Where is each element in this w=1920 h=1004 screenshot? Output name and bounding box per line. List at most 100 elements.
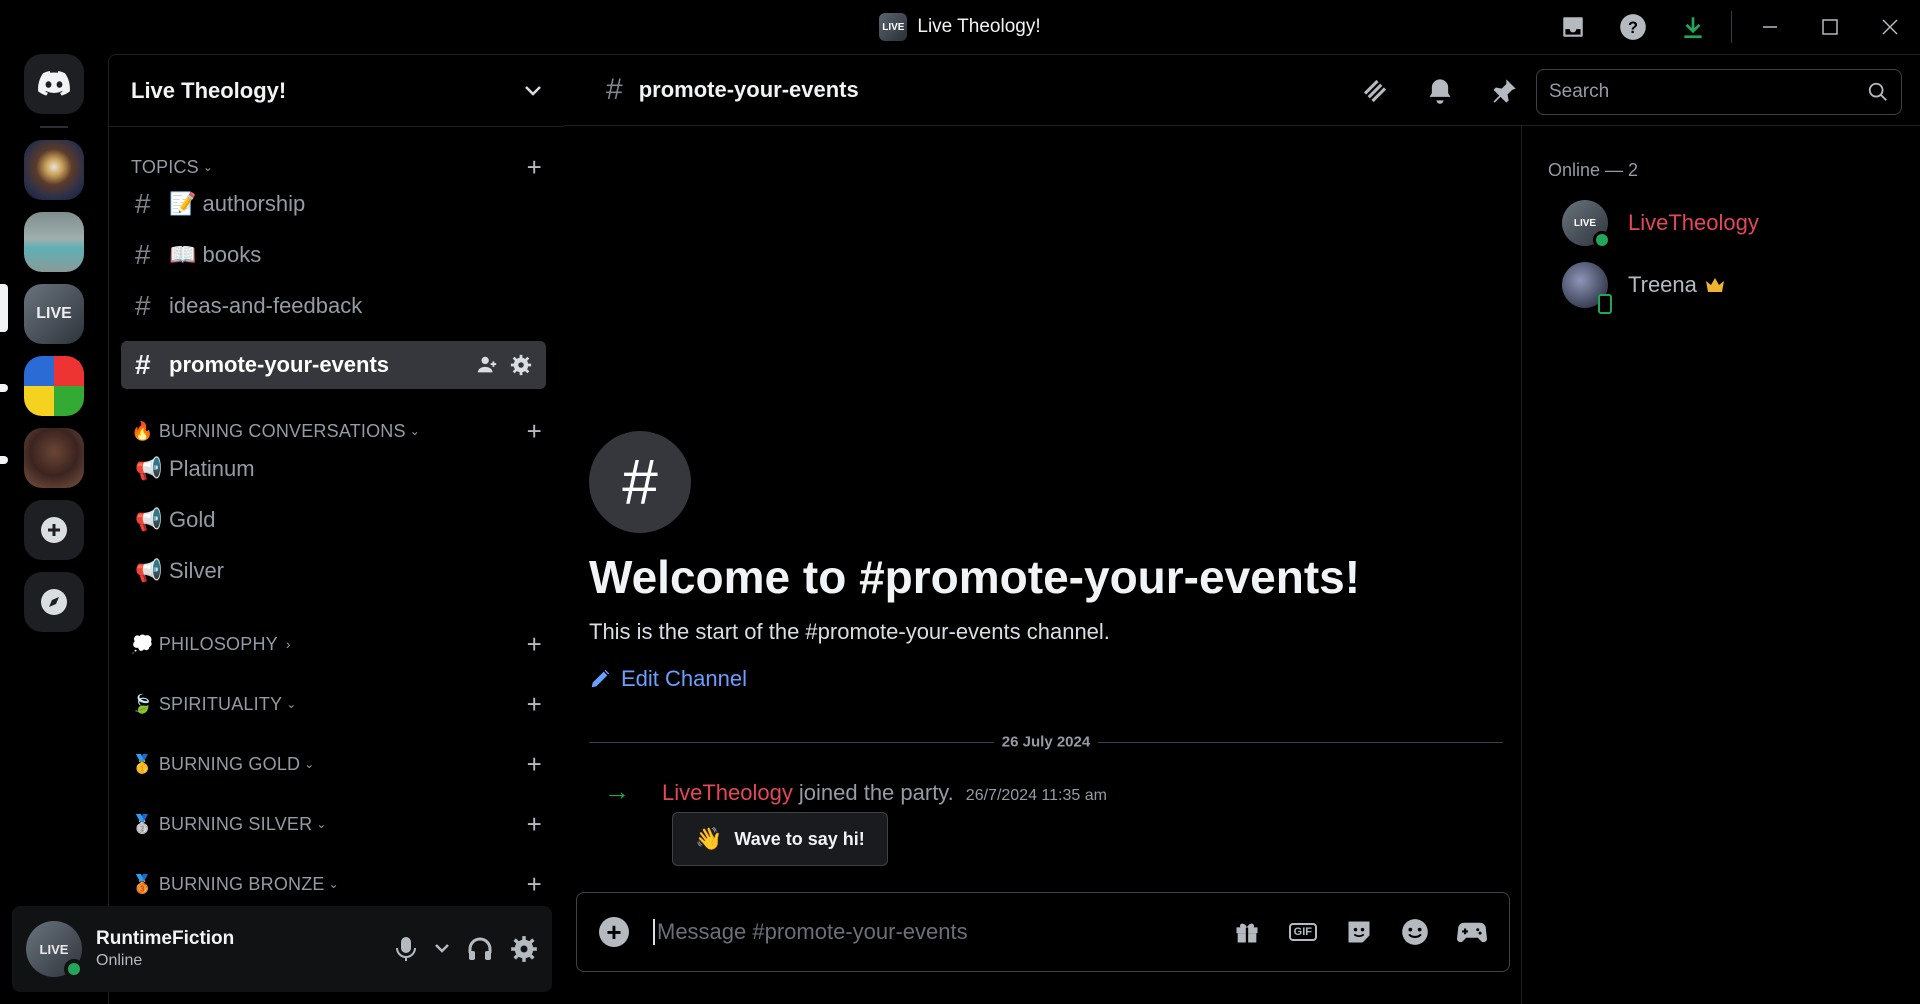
add-attachment-plus-icon[interactable]: +	[599, 917, 629, 947]
discord-home-icon[interactable]	[24, 54, 84, 114]
chevron-down-icon: ⌄	[328, 877, 339, 891]
chevron-down-icon: ⌄	[409, 424, 420, 438]
gif-icon[interactable]: GIF	[1288, 923, 1317, 941]
chevron-right-icon: ›	[285, 636, 291, 652]
category-label: 🔥 BURNING CONVERSATIONS	[131, 420, 406, 441]
avatar[interactable]: LIVE	[26, 921, 84, 979]
channel-promote-your-events[interactable]: # promote-your-events	[121, 341, 546, 389]
category-label: 💭 PHILOSOPHY	[131, 633, 278, 654]
category-label: 🥇 BURNING GOLD	[131, 753, 301, 774]
inbox-icon[interactable]	[1543, 0, 1603, 54]
category-philosophy[interactable]: 💭 PHILOSOPHY › +	[131, 630, 542, 658]
stage-channel-silver[interactable]: 📢 Silver	[121, 547, 546, 595]
channel-label: Gold	[169, 507, 216, 532]
user-info[interactable]: RuntimeFiction Online	[96, 928, 234, 970]
window-title-text: Live Theology!	[917, 16, 1041, 37]
microphone-icon[interactable]	[394, 935, 418, 963]
explore-compass-icon[interactable]	[24, 572, 84, 632]
category-burning-conversations[interactable]: 🔥 BURNING CONVERSATIONS ⌄ +	[131, 417, 542, 445]
member-name: LiveTheology	[1628, 210, 1759, 235]
username: RuntimeFiction	[96, 928, 235, 949]
channel-label: ideas-and-feedback	[169, 293, 363, 318]
avatar-text: LIVE	[1573, 217, 1597, 229]
server-header[interactable]: Live Theology!	[109, 55, 564, 127]
server-icon-spiral[interactable]	[24, 140, 84, 200]
minimize-icon[interactable]	[1740, 0, 1800, 54]
server-logo-icon: LIVE	[879, 13, 908, 41]
sticker-icon[interactable]	[1345, 918, 1373, 946]
category-spirituality[interactable]: 🍃 SPIRITUALITY ⌄ +	[131, 690, 542, 718]
member-item[interactable]: Treena	[1562, 262, 1725, 314]
chevron-down-icon: ⌄	[316, 817, 327, 831]
channel-sidebar: Live Theology! TOPICS ⌄ + # 📝 authorship …	[108, 54, 564, 1004]
text-channel-hash-icon: #	[135, 349, 151, 380]
unread-indicator-2	[0, 456, 8, 464]
channel-label: promote-your-events	[169, 352, 390, 377]
message-composer: + GIF	[576, 892, 1510, 972]
system-message: → LiveTheology joined the party. 26/7/20…	[604, 776, 1107, 807]
threads-icon[interactable]	[1360, 76, 1390, 106]
pencil-icon	[591, 669, 610, 688]
channel-label: Platinum	[169, 456, 255, 481]
mobile-status-icon	[1598, 294, 1612, 314]
message-input[interactable]	[653, 919, 1233, 945]
channel-books[interactable]: # 📖 books	[121, 231, 546, 279]
server-icon-portrait[interactable]	[24, 428, 84, 488]
chat-area: # Welcome to #promote-your-events! This …	[564, 126, 1522, 1004]
chevron-down-icon[interactable]	[434, 943, 450, 955]
member-name: Treena	[1628, 272, 1697, 297]
category-topics[interactable]: TOPICS ⌄ +	[131, 153, 542, 181]
gift-icon[interactable]	[1233, 918, 1261, 946]
chevron-down-icon: ⌄	[286, 697, 297, 711]
chevron-down-icon: ⌄	[202, 160, 214, 174]
category-label: 🥈 BURNING SILVER	[131, 813, 313, 834]
activities-gamepad-icon[interactable]	[1457, 918, 1487, 946]
selected-server-indicator	[0, 284, 8, 332]
search-input[interactable]: Search	[1536, 69, 1902, 115]
wave-button[interactable]: 👋 Wave to say hi!	[672, 812, 888, 866]
category-burning-bronze[interactable]: 🥉 BURNING BRONZE ⌄ +	[131, 870, 542, 898]
date-divider: 26 July 2024	[589, 733, 1503, 751]
notification-bell-icon[interactable]	[1426, 77, 1454, 105]
pinned-messages-icon[interactable]	[1490, 77, 1518, 105]
avatar: LIVE	[1562, 200, 1611, 249]
create-channel-plus-icon[interactable]: +	[527, 871, 542, 897]
help-icon[interactable]: ?	[1603, 0, 1663, 54]
server-icon-cube[interactable]	[24, 356, 84, 416]
avatar-text: LIVE	[39, 941, 69, 957]
member-item[interactable]: LIVE LiveTheology	[1562, 200, 1759, 249]
gear-icon[interactable]	[510, 354, 532, 376]
stage-channel-platinum[interactable]: 📢 Platinum	[121, 445, 546, 493]
edit-channel-link[interactable]: Edit Channel	[589, 666, 747, 692]
create-channel-plus-icon[interactable]: +	[527, 154, 542, 180]
create-channel-plus-icon[interactable]: +	[527, 631, 542, 657]
member-list: Online — 2 LIVE LiveTheology Treena	[1522, 126, 1920, 1004]
download-icon[interactable]	[1663, 0, 1723, 54]
text-channel-hash-icon: #	[135, 290, 151, 321]
add-server-icon[interactable]	[24, 500, 84, 560]
category-burning-gold[interactable]: 🥇 BURNING GOLD ⌄ +	[131, 750, 542, 778]
create-channel-plus-icon[interactable]: +	[527, 811, 542, 837]
close-icon[interactable]	[1860, 0, 1920, 54]
system-message-text: joined the party.	[798, 780, 954, 805]
channel-ideas-and-feedback[interactable]: # ideas-and-feedback	[121, 282, 546, 330]
emoji-icon[interactable]	[1401, 918, 1429, 946]
user-settings-gear-icon[interactable]	[510, 935, 538, 963]
create-channel-plus-icon[interactable]: +	[527, 691, 542, 717]
server-icon-live-theology[interactable]: LIVE	[24, 284, 84, 344]
invite-user-icon[interactable]	[476, 354, 498, 376]
create-channel-plus-icon[interactable]: +	[527, 418, 542, 444]
maximize-icon[interactable]	[1800, 0, 1860, 54]
channel-authorship[interactable]: # 📝 authorship	[121, 180, 546, 228]
system-message-user[interactable]: LiveTheology	[662, 780, 793, 806]
stage-channel-gold[interactable]: 📢 Gold	[121, 496, 546, 544]
search-placeholder: Search	[1549, 81, 1610, 102]
text-channel-hash-icon: #	[135, 188, 151, 219]
category-burning-silver[interactable]: 🥈 BURNING SILVER ⌄ +	[131, 810, 542, 838]
channel-label: 📖 books	[169, 242, 262, 267]
headphones-icon[interactable]	[466, 935, 494, 963]
server-icon-beach[interactable]	[24, 212, 84, 272]
server-name: Live Theology!	[131, 77, 287, 103]
member-group-header: Online — 2	[1548, 160, 1639, 180]
create-channel-plus-icon[interactable]: +	[527, 751, 542, 777]
